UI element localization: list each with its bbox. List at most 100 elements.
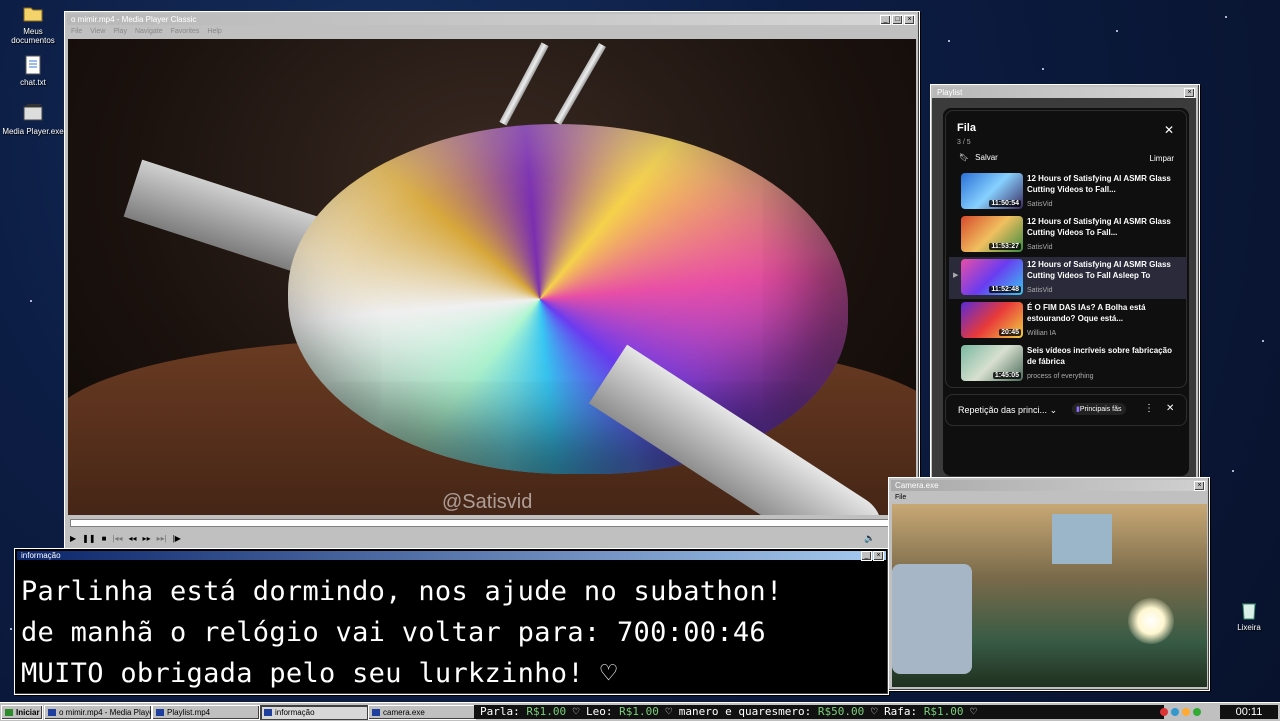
- tray-record-icon[interactable]: [1160, 708, 1168, 716]
- menu-file[interactable]: File: [71, 26, 82, 37]
- desktop-icon-chat[interactable]: chat.txt: [2, 55, 64, 87]
- tray-shield-icon[interactable]: [1193, 708, 1201, 716]
- desktop-icon-label: Media Player.exe: [2, 127, 64, 136]
- video-frame[interactable]: @Satisvid: [68, 39, 916, 515]
- folder-icon: [23, 4, 43, 24]
- taskbar-info[interactable]: informação: [260, 705, 368, 720]
- menu-help[interactable]: Help: [207, 26, 221, 37]
- windows-logo-icon: [5, 709, 13, 716]
- video-duration: 1:45:05: [992, 372, 1021, 379]
- queue-title: Fila: [957, 122, 976, 134]
- taskbar-label: informação: [275, 708, 315, 717]
- menu-view[interactable]: View: [90, 26, 105, 37]
- playlist-item[interactable]: 11:53:27 12 Hours of Satisfying AI ASMR …: [949, 214, 1187, 256]
- donation-amount: R$1.00: [619, 705, 659, 718]
- desktop-icon-recycle-bin[interactable]: Lixeira: [1218, 600, 1280, 632]
- chevron-down-icon: ⌄: [1049, 405, 1058, 415]
- menu-file[interactable]: File: [895, 492, 906, 503]
- start-button[interactable]: Iniciar: [1, 705, 43, 720]
- star: [30, 300, 32, 302]
- donor-name: Parla:: [480, 705, 520, 718]
- camera-icon: [372, 709, 380, 716]
- close-icon[interactable]: ✕: [1164, 123, 1174, 137]
- taskbar-label: camera.exe: [383, 708, 425, 717]
- pause-icon[interactable]: ❚❚: [82, 534, 95, 543]
- play-icon[interactable]: ▶: [70, 534, 76, 543]
- save-button[interactable]: 🔖︎ Salvar: [959, 153, 998, 162]
- close-button[interactable]: ×: [1184, 88, 1195, 98]
- tweezer: [554, 43, 606, 125]
- minimize-button[interactable]: _: [880, 15, 891, 25]
- video-duration: 20:45: [999, 329, 1021, 336]
- playlist-item[interactable]: 1:45:05 Seis vídeos incríveis sobre fabr…: [949, 343, 1187, 385]
- frame-step-icon[interactable]: |▶: [173, 534, 181, 543]
- info-line: de manhã o relógio vai voltar para: 700:…: [21, 617, 766, 648]
- heart-icon: ♡: [970, 705, 977, 718]
- close-button[interactable]: ×: [1194, 481, 1205, 491]
- playlist-titlebar[interactable]: Playlist ×: [933, 87, 1197, 98]
- seek-bar[interactable]: [70, 519, 916, 527]
- desktop-icon-documents[interactable]: Meus documentos: [2, 4, 64, 45]
- close-icon[interactable]: ✕: [1166, 403, 1174, 414]
- taskbar: Iniciar o mimir.mp4 - Media Playe... Pla…: [0, 702, 1280, 721]
- volume-icon[interactable]: 🔈: [864, 533, 875, 544]
- donor-name: Rafa:: [884, 705, 918, 718]
- top-fans-badge[interactable]: ▮Principais fãs: [1072, 403, 1126, 415]
- playlist-item[interactable]: 11:50:54 12 Hours of Satisfying AI ASMR …: [949, 171, 1187, 213]
- maximize-button[interactable]: □: [892, 15, 903, 25]
- donation-amount: R$1.00: [923, 705, 964, 718]
- bookmark-icon: 🔖︎: [959, 153, 970, 162]
- repeat-dropdown[interactable]: Repetição das princi... ⌄: [958, 405, 1057, 416]
- star: [1232, 470, 1234, 472]
- playlist-item[interactable]: 20:45 É O FIM DAS IAs? A Bolha está esto…: [949, 300, 1187, 342]
- rewind-icon[interactable]: ◂◂: [129, 534, 137, 543]
- queue-list: Fila 3 / 5 ✕ 🔖︎ Salvar Limpar 11:50:54 1…: [945, 110, 1187, 388]
- stop-icon[interactable]: ■: [102, 534, 107, 543]
- video-thumbnail: 11:53:27: [961, 216, 1023, 252]
- video-watermark: @Satisvid: [442, 491, 533, 513]
- menu-play[interactable]: Play: [113, 26, 127, 37]
- playback-controls: ▶ ❚❚ ■ |◂◂ ◂◂ ▸▸ ▸▸| |▶: [70, 532, 181, 544]
- taskbar-media-player[interactable]: o mimir.mp4 - Media Playe...: [44, 705, 152, 720]
- glass-brain: [288, 124, 848, 474]
- taskbar-label: o mimir.mp4 - Media Playe...: [59, 708, 152, 717]
- repeat-label: Repetição das princi...: [958, 405, 1048, 415]
- video-title: É O FIM DAS IAs? A Bolha está estourando…: [1027, 303, 1146, 323]
- tray-network-icon[interactable]: [1171, 708, 1179, 716]
- donor-name: Leo:: [586, 705, 613, 718]
- playlist-item-active[interactable]: ▶ 11:52:48 12 Hours of Satisfying AI ASM…: [949, 257, 1187, 299]
- room-lamp: [1128, 598, 1174, 644]
- donor-name: manero e quaresmero:: [678, 705, 812, 718]
- room-window: [1052, 514, 1112, 564]
- window-icon: [264, 709, 272, 716]
- close-button[interactable]: ×: [873, 551, 884, 561]
- info-titlebar[interactable]: informação _ ×: [17, 551, 886, 561]
- media-player-titlebar[interactable]: o mimir.mp4 - Media Player Classic _ □ ×: [67, 14, 917, 25]
- more-icon[interactable]: ⋮: [1144, 403, 1154, 414]
- taskbar-camera[interactable]: camera.exe: [368, 705, 476, 720]
- queue-panel: Fila 3 / 5 ✕ 🔖︎ Salvar Limpar 11:50:54 1…: [943, 108, 1189, 476]
- video-channel: SatisVid: [1027, 201, 1053, 208]
- star: [1225, 16, 1227, 18]
- menu-navigate[interactable]: Navigate: [135, 26, 163, 37]
- prev-icon[interactable]: |◂◂: [112, 534, 122, 543]
- video-thumbnail: 20:45: [961, 302, 1023, 338]
- camera-titlebar[interactable]: Camera.exe ×: [891, 480, 1207, 491]
- video-duration: 11:53:27: [989, 243, 1021, 250]
- window-title: o mimir.mp4 - Media Player Classic: [71, 15, 197, 24]
- donation-ticker: Parla: R$1.00 ♡ Leo: R$1.00 ♡ manero e q…: [474, 705, 1164, 719]
- taskbar-playlist[interactable]: Playlist.mp4: [152, 705, 260, 720]
- menu-bar: File View Play Navigate Favorites Help: [67, 26, 917, 37]
- save-label: Salvar: [975, 153, 998, 162]
- minimize-button[interactable]: _: [861, 551, 872, 561]
- close-button[interactable]: ×: [904, 15, 915, 25]
- donation-amount: R$50.00: [817, 705, 865, 718]
- desktop-icon-media-player[interactable]: Media Player.exe: [2, 104, 64, 136]
- heart-icon: ♡: [870, 705, 885, 718]
- tray-app-icon[interactable]: [1182, 708, 1190, 716]
- menu-favorites[interactable]: Favorites: [171, 26, 200, 37]
- next-icon[interactable]: ▸▸|: [157, 534, 167, 543]
- clear-button[interactable]: Limpar: [1150, 154, 1174, 163]
- forward-icon[interactable]: ▸▸: [143, 534, 151, 543]
- room-bed: [892, 564, 972, 674]
